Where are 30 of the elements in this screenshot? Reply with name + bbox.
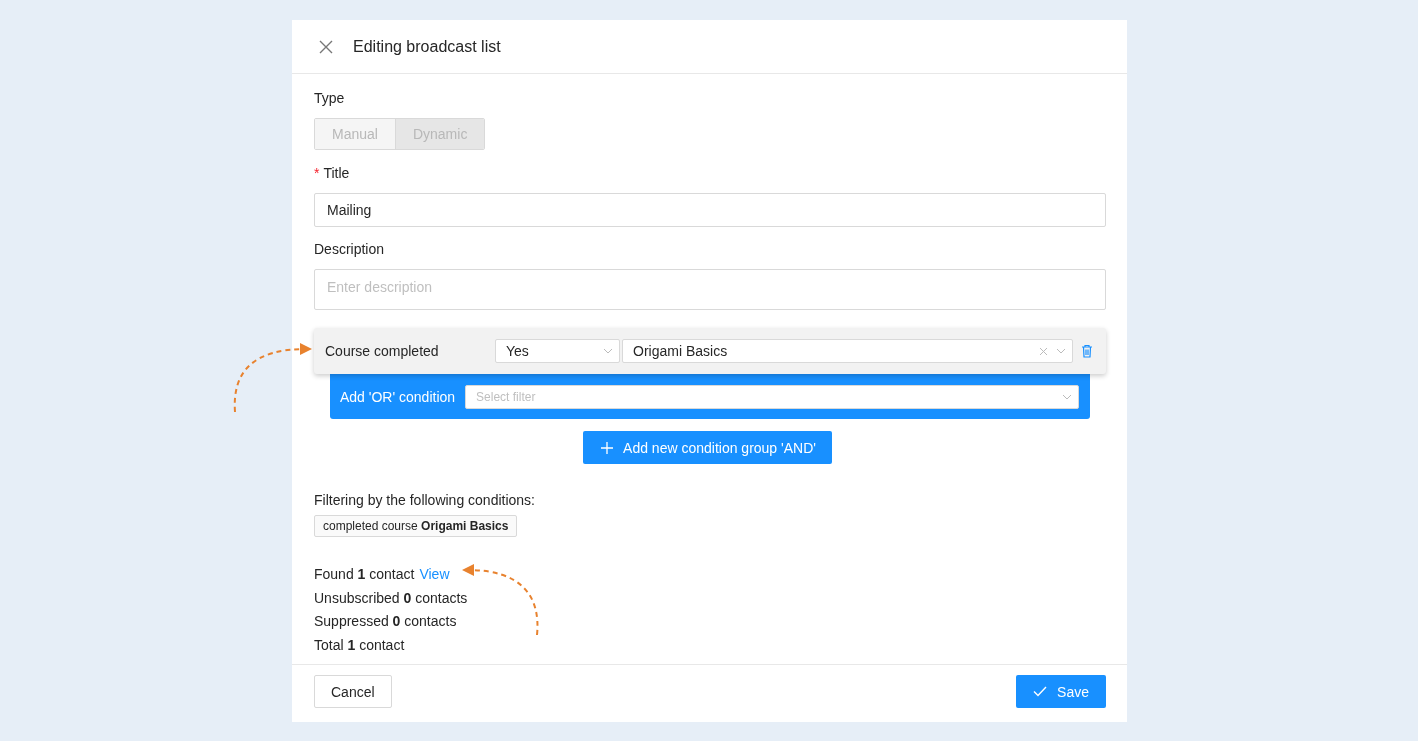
save-button[interactable]: Save	[1016, 675, 1106, 708]
field-label: Title	[323, 164, 350, 183]
stat-text: Found 1 contact	[314, 565, 415, 584]
filter-select[interactable]: Select filter	[465, 384, 1079, 409]
dialog-title: Editing broadcast list	[353, 37, 501, 56]
cancel-button[interactable]: Cancel	[314, 675, 392, 708]
field-label: Description	[314, 240, 385, 259]
title-field[interactable]: Mailing	[314, 193, 1106, 227]
clear-icon[interactable]	[1039, 346, 1048, 356]
stat-text: Total 1 contact	[314, 636, 405, 656]
condition-label: Course completed	[325, 343, 440, 359]
close-icon[interactable]	[319, 39, 333, 54]
stat-text: Suppressed 0 contacts	[314, 612, 457, 632]
required-mark: *	[314, 164, 320, 183]
description-field[interactable]: Enter description	[314, 269, 1106, 310]
operator-select[interactable]: Yes	[495, 339, 620, 363]
filter-heading: Filtering by the following conditions:	[314, 491, 535, 510]
field-label: Type	[314, 89, 345, 108]
chevron-icon	[1056, 348, 1066, 354]
stat-text: Unsubscribed 0 contacts	[314, 588, 468, 608]
view-link[interactable]: View	[419, 563, 450, 587]
course-select[interactable]: Origami Basics	[622, 339, 1073, 363]
chevron-icon	[1062, 393, 1072, 400]
or-condition-label: Add 'OR' condition	[340, 388, 456, 405]
delete-icon[interactable]	[1081, 344, 1093, 358]
add-group-button[interactable]: Add new condition group 'AND'	[583, 431, 832, 464]
filter-tag: completed course Origami Basics	[314, 515, 518, 537]
plus-icon	[601, 441, 614, 454]
chevron-icon	[603, 348, 613, 354]
check-icon	[1033, 686, 1048, 697]
